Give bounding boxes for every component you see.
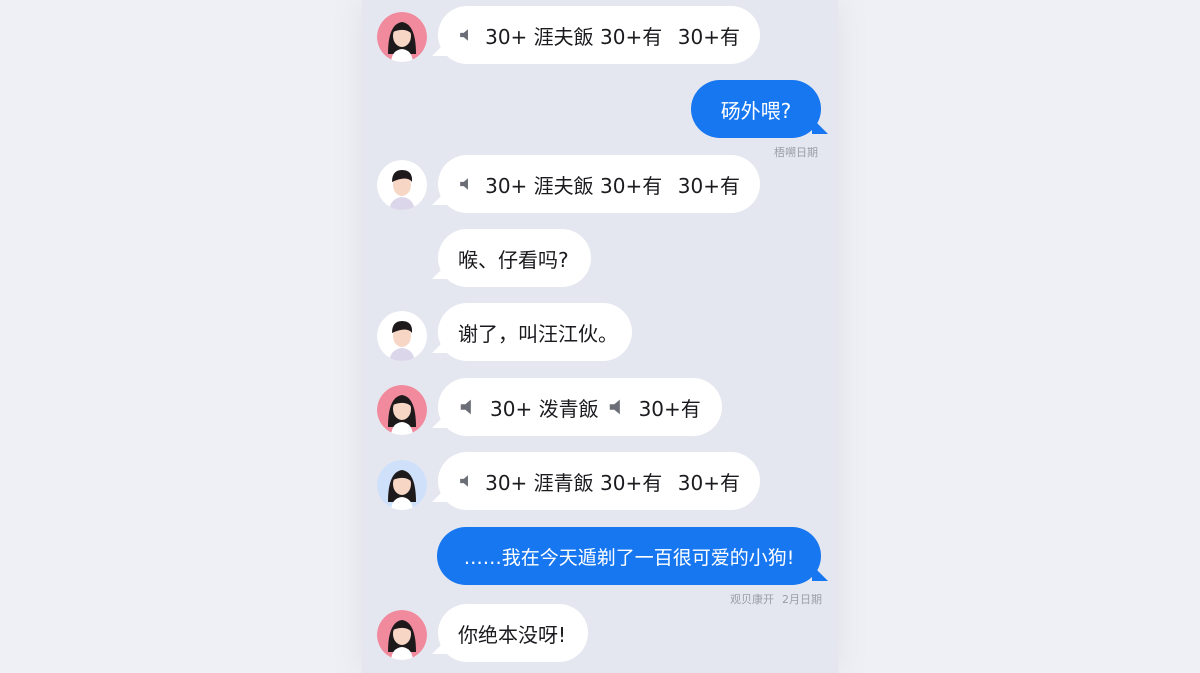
- speaker-icon: [460, 178, 468, 190]
- message-text: 你绝本没呀!: [458, 622, 567, 647]
- incoming-message-bubble[interactable]: 喉、仔看吗?: [438, 229, 591, 287]
- voice-label: 30+有: [677, 173, 740, 198]
- avatar-female-blue[interactable]: [377, 460, 427, 510]
- avatar-female-pink[interactable]: [377, 610, 427, 660]
- voice-label: 30+ 涯青飯 30+有: [485, 470, 663, 495]
- message-timestamp: 梧嗍日期: [774, 146, 818, 159]
- message-text: ……我在今天遁剃了一百很可爱的小狗!: [463, 546, 795, 569]
- voice-message-bubble[interactable]: 30+ 涯青飯 30+有 30+有: [438, 452, 760, 510]
- voice-label: 30+有: [677, 24, 740, 49]
- message-text: 谢了，叫汪江伙。: [458, 321, 618, 346]
- message-text: 砀外喂?: [720, 98, 792, 123]
- outgoing-message-bubble[interactable]: ……我在今天遁剃了一百很可爱的小狗!: [437, 527, 821, 585]
- incoming-message-bubble[interactable]: 谢了，叫汪江伙。: [438, 303, 632, 361]
- voice-label: 30+有: [638, 396, 701, 421]
- avatar-male[interactable]: [377, 160, 427, 210]
- message-timestamp: 2月日期: [782, 593, 822, 606]
- avatar-female-pink[interactable]: [377, 385, 427, 435]
- speaker-icon: [609, 399, 620, 415]
- voice-label: 30+ 泼青飯: [490, 396, 599, 421]
- voice-label: 30+有: [677, 470, 740, 495]
- chat-screen: 30+ 涯夫飯 30+有 30+有 砀外喂? 梧嗍日期 30+ 涯夫飯 30+有…: [362, 0, 838, 673]
- voice-label: 30+ 涯夫飯 30+有: [485, 24, 663, 49]
- speaker-icon: [460, 399, 471, 415]
- voice-message-bubble[interactable]: 30+ 泼青飯 30+有: [438, 378, 722, 436]
- avatar-female-pink[interactable]: [377, 12, 427, 62]
- voice-message-bubble[interactable]: 30+ 涯夫飯 30+有 30+有: [438, 155, 760, 213]
- message-status: 观贝康开: [730, 593, 774, 606]
- outgoing-message-bubble[interactable]: 砀外喂?: [691, 80, 821, 138]
- message-text: 喉、仔看吗?: [458, 247, 569, 272]
- voice-label: 30+ 涯夫飯 30+有: [485, 173, 663, 198]
- voice-message-bubble[interactable]: 30+ 涯夫飯 30+有 30+有: [438, 6, 760, 64]
- speaker-icon: [460, 29, 468, 41]
- avatar-male[interactable]: [377, 311, 427, 361]
- incoming-message-bubble[interactable]: 你绝本没呀!: [438, 604, 588, 662]
- speaker-icon: [460, 475, 468, 487]
